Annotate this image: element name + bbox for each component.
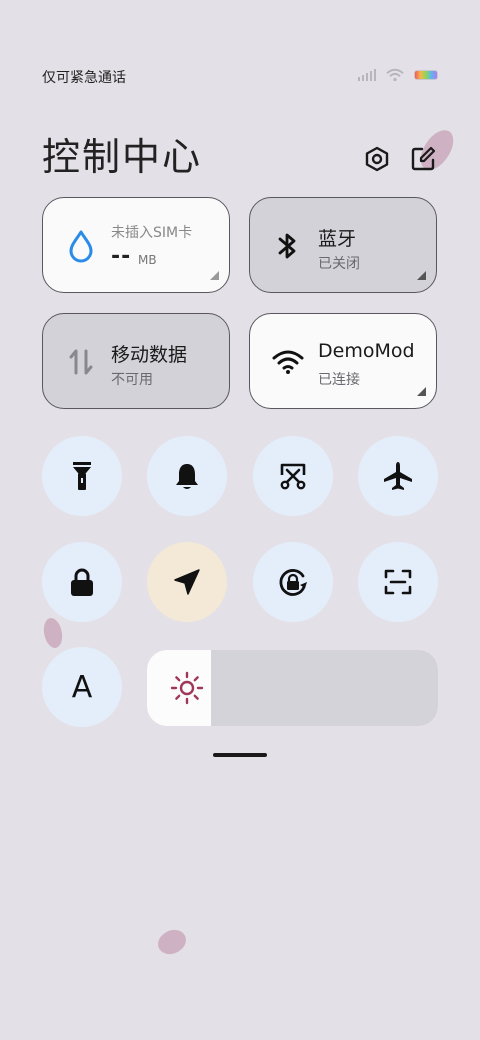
lock-screen-toggle[interactable] [42,542,122,622]
water-drop-icon [65,228,97,264]
mobile-data-label: 移动数据 [111,344,188,366]
data-usage-unit: MB [138,253,157,267]
bluetooth-tile[interactable]: 蓝牙 已关闭 [249,197,437,293]
wifi-network-name: DemoMod [318,340,415,362]
edit-icon [411,146,436,171]
rotation-lock-toggle[interactable] [253,542,333,622]
data-arrows-icon [65,344,97,380]
airplane-icon [384,462,412,490]
wifi-status: 已连接 [318,372,360,388]
lock-icon [71,568,93,596]
battery-icon [414,70,438,80]
data-usage-value: -- [111,244,132,269]
font-size-icon: A [71,669,93,705]
home-indicator[interactable] [213,753,267,757]
bluetooth-label: 蓝牙 [318,228,357,250]
flashlight-toggle[interactable] [42,436,122,516]
settings-button[interactable] [360,142,394,176]
bluetooth-status: 已关闭 [318,256,360,272]
airplane-mode-toggle[interactable] [358,436,438,516]
scan-icon [384,569,412,595]
expand-corner-icon [210,271,219,280]
settings-hexagon-icon [365,146,389,172]
wifi-icon [272,344,304,380]
ring-toggle[interactable] [147,436,227,516]
mobile-data-tile[interactable]: 移动数据 不可用 [42,313,230,409]
location-arrow-icon [174,569,200,595]
wifi-icon [386,68,404,82]
brightness-slider[interactable] [147,650,438,726]
sun-icon [170,671,204,705]
screenshot-toggle[interactable] [253,436,333,516]
expand-corner-icon [417,387,426,396]
edit-button[interactable] [406,142,440,176]
signal-icon [358,69,376,81]
petal-decoration [153,923,191,961]
data-usage-label: 未插入SIM卡 [111,225,193,241]
petal-decoration [39,615,67,651]
status-icons [358,68,438,82]
scissors-screenshot-icon [280,463,306,490]
mobile-data-status: 不可用 [111,372,153,388]
rotation-lock-icon [279,569,307,596]
bluetooth-icon [272,228,304,264]
scanner-toggle[interactable] [358,542,438,622]
wifi-tile[interactable]: DemoMod 已连接 [249,313,437,409]
location-toggle[interactable] [147,542,227,622]
carrier-text: 仅可紧急通话 [42,70,126,86]
expand-corner-icon [417,271,426,280]
data-usage-tile[interactable]: 未插入SIM卡 -- MB [42,197,230,293]
font-size-toggle[interactable]: A [42,647,122,727]
page-title: 控制中心 [42,135,203,179]
bell-icon [176,464,198,489]
flashlight-icon [73,462,91,490]
status-bar: 仅可紧急通话 [42,64,438,88]
